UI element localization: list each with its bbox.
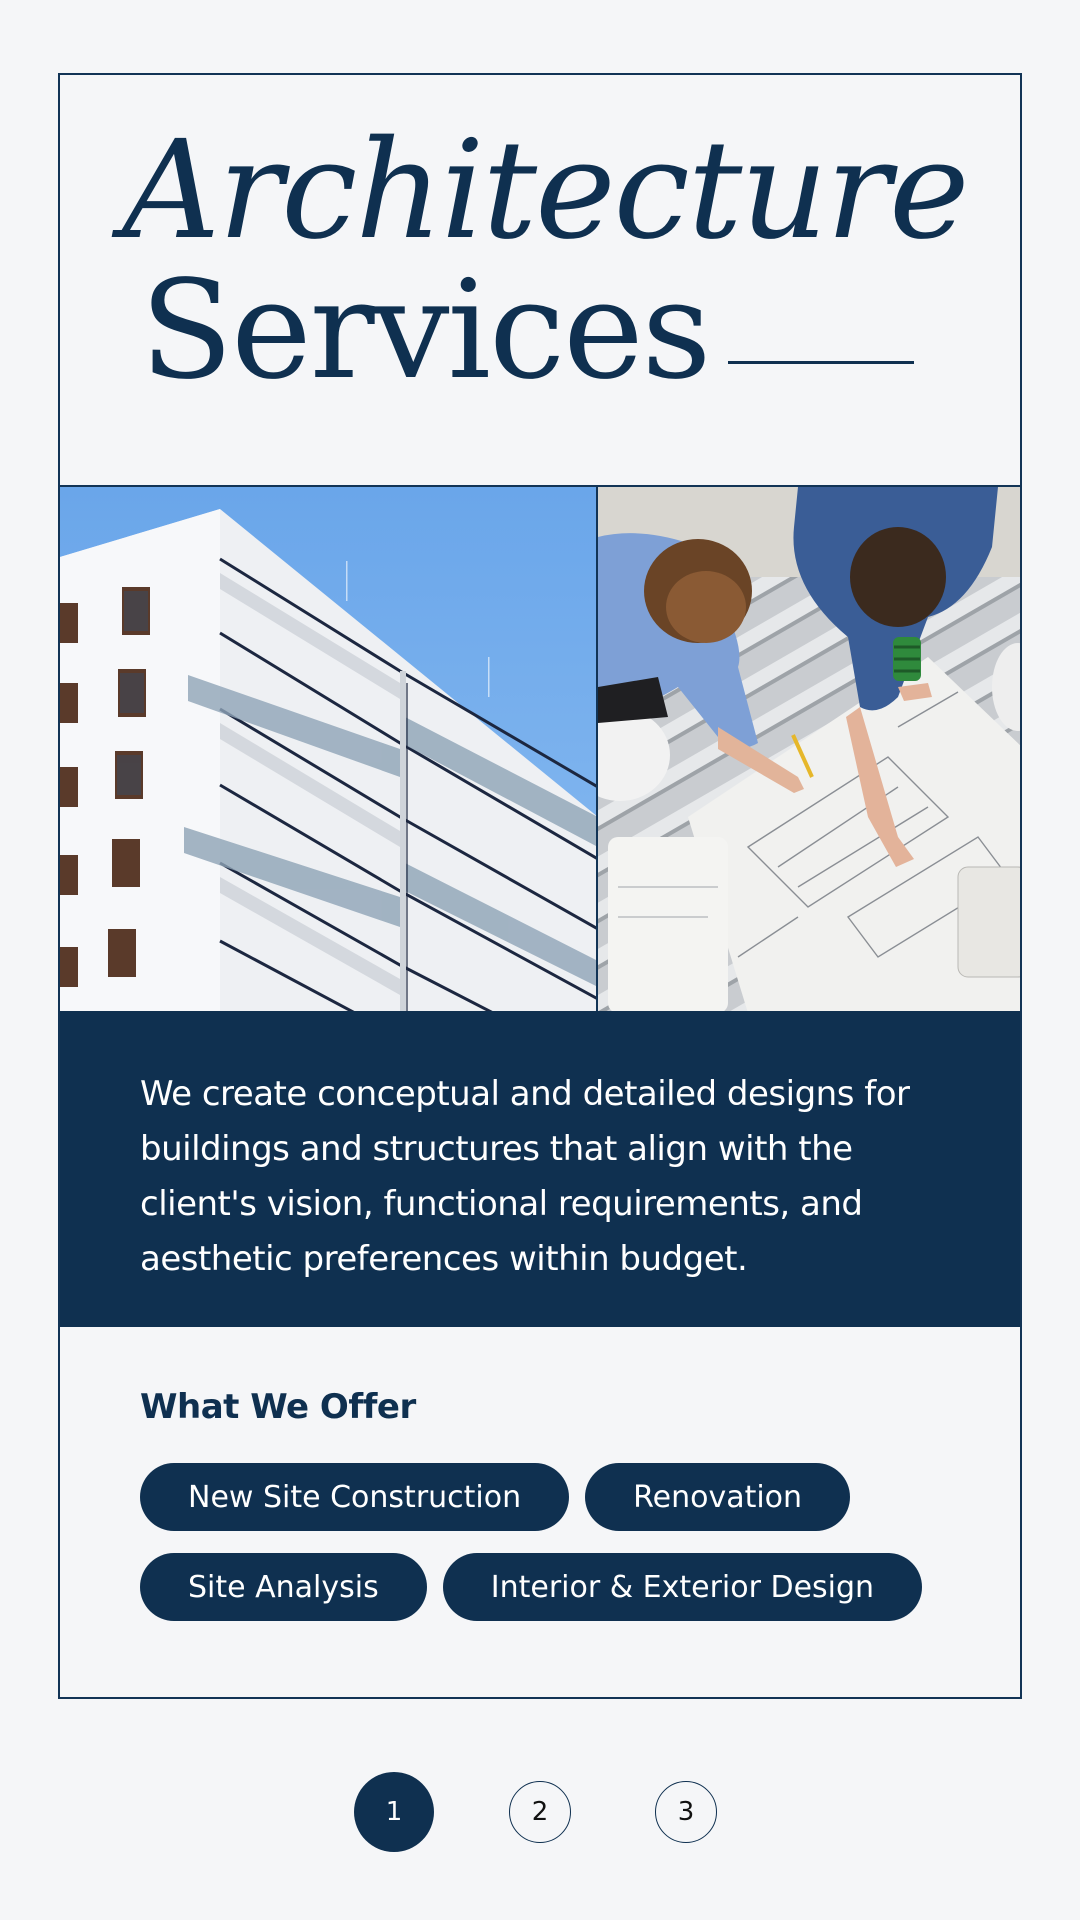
page-button-2[interactable]: 2	[509, 1781, 571, 1843]
page-button-1[interactable]: 1	[354, 1772, 434, 1852]
title-architecture: Architecture	[122, 112, 970, 270]
chip-renovation[interactable]: Renovation	[585, 1463, 851, 1531]
building-facade-photo	[60, 487, 598, 1011]
chip-new-site-construction[interactable]: New Site Construction	[140, 1463, 570, 1531]
hero-header: Architecture Services	[60, 75, 1020, 485]
intro-text: We create conceptual and detailed design…	[140, 1074, 910, 1279]
title-services: Services	[140, 252, 711, 410]
intro-panel: We create conceptual and detailed design…	[60, 1011, 1020, 1327]
architects-reviewing-blueprints-photo	[598, 487, 1020, 1011]
slide-card: Architecture Services We create conceptu…	[58, 73, 1022, 1699]
photo-strip	[60, 485, 1020, 1011]
chip-site-analysis[interactable]: Site Analysis	[140, 1553, 427, 1621]
chip-interior-exterior-design[interactable]: Interior & Exterior Design	[442, 1553, 923, 1621]
page-button-3[interactable]: 3	[655, 1781, 717, 1843]
service-chip-list: New Site Construction Renovation Site An…	[140, 1463, 960, 1621]
what-we-offer-section: What We Offer New Site Construction Reno…	[140, 1387, 960, 1621]
offer-heading: What We Offer	[140, 1387, 416, 1427]
pagination: 1 2 3	[0, 1772, 1080, 1852]
title-divider-line	[728, 361, 914, 364]
